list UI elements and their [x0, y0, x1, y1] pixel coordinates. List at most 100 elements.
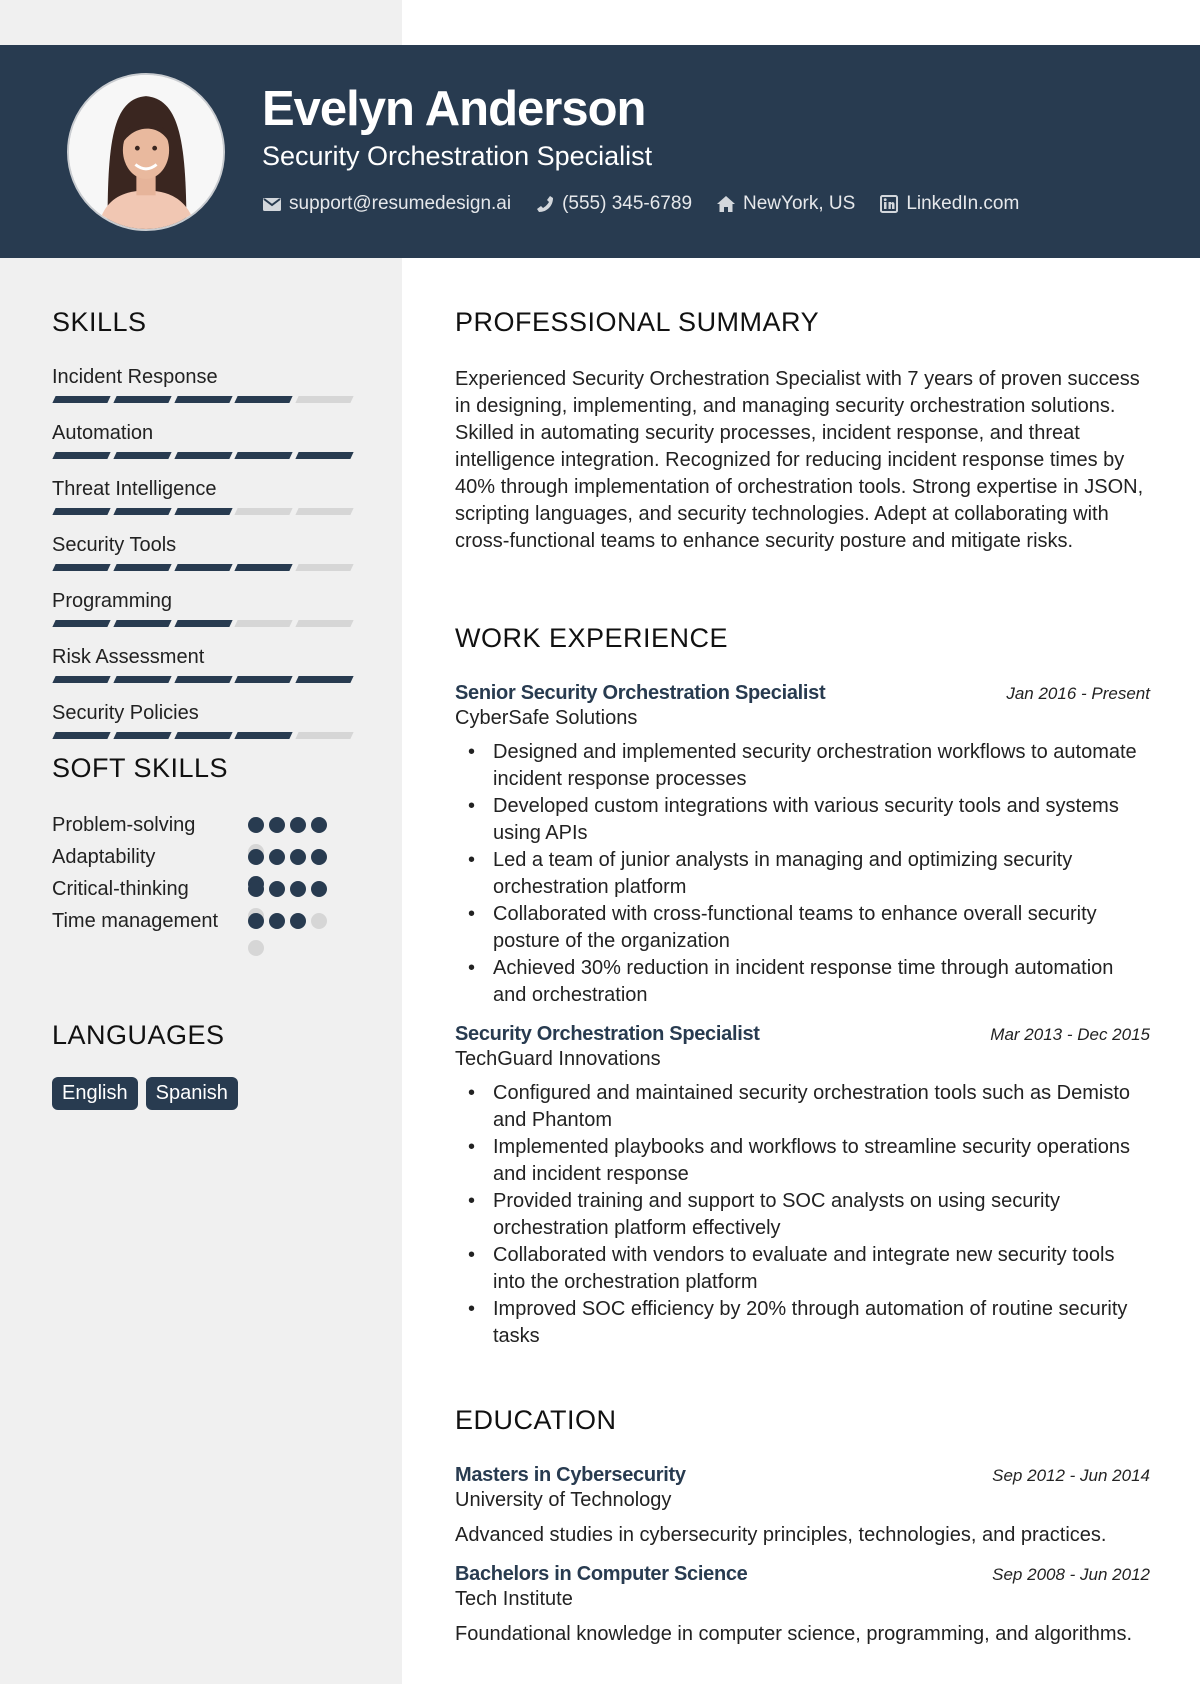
- home-icon: [716, 194, 736, 214]
- skills-list: Incident Response Automation Threat Intell…: [52, 364, 354, 740]
- job-bullet: Designed and implemented security orches…: [455, 739, 1150, 793]
- skill-bar-filled: [113, 396, 172, 403]
- skill-label: Security Tools: [52, 534, 177, 556]
- contact-linkedin-text: LinkedIn.com: [906, 193, 1020, 214]
- rating-dot-filled: [290, 913, 306, 929]
- experience-heading: WORK EXPERIENCE: [455, 623, 729, 653]
- skill-bar-empty: [295, 564, 354, 571]
- rating-dot-filled: [248, 881, 264, 897]
- skill-bar-filled: [52, 732, 111, 739]
- skill-bar-empty: [295, 620, 354, 627]
- skill-bar-filled: [173, 508, 233, 515]
- job-bullet: Implemented playbooks and workflows to s…: [455, 1134, 1150, 1188]
- job-bullets: Designed and implemented security orches…: [455, 739, 1150, 1009]
- skill-item: Threat Intelligence: [52, 476, 354, 516]
- rating-dot-filled: [290, 849, 306, 865]
- candidate-name: Evelyn Anderson: [262, 82, 646, 136]
- candidate-title: Security Orchestration Specialist: [262, 141, 653, 171]
- soft-skill-item: Problem-solving: [52, 812, 352, 860]
- language-badge: Spanish: [145, 1077, 238, 1110]
- skill-bar-filled: [52, 676, 111, 683]
- skill-bar-filled: [113, 676, 172, 683]
- rating-dot-empty: [311, 913, 327, 929]
- skill-bar-filled: [52, 620, 111, 627]
- rating-dot-filled: [248, 817, 264, 833]
- skill-label: Threat Intelligence: [52, 478, 217, 500]
- rating-dot-filled: [269, 849, 285, 865]
- rating-dot-filled: [311, 881, 327, 897]
- job-date: Jan 2016 - Present: [1006, 684, 1150, 703]
- contact-linkedin[interactable]: LinkedIn.com: [879, 193, 1019, 215]
- skill-bar-empty: [295, 396, 354, 403]
- skill-bar-filled: [113, 452, 172, 459]
- soft-skill-item: Critical-thinking: [52, 876, 352, 924]
- languages-heading: LANGUAGES: [52, 1020, 225, 1050]
- education-entry: Masters in Cybersecurity Sep 2012 - Jun …: [455, 1464, 1150, 1549]
- degree-title: Masters in Cybersecurity: [455, 1464, 686, 1486]
- skill-bar-filled: [173, 676, 233, 683]
- skill-bar-filled: [173, 620, 233, 627]
- skill-bar-filled: [52, 508, 111, 515]
- skill-level-meter: [52, 732, 354, 740]
- skills-section: SKILLS Incident Response Automation Threat…: [52, 307, 354, 756]
- rating-dot-filled: [269, 881, 285, 897]
- contact-phone[interactable]: (555) 345-6789: [535, 193, 692, 215]
- degree-title: Bachelors in Computer Science: [455, 1563, 748, 1585]
- job-bullet: Configured and maintained security orche…: [455, 1080, 1150, 1134]
- contact-email-text: support@resumedesign.ai: [289, 193, 512, 214]
- skill-bar-filled: [173, 564, 233, 571]
- languages-section: LANGUAGES English Spanish: [52, 1020, 352, 1110]
- rating-dot-filled: [248, 913, 264, 929]
- skill-level-meter: [52, 396, 354, 404]
- education-date: Sep 2008 - Jun 2012: [992, 1565, 1150, 1584]
- language-badges: English Spanish: [52, 1077, 352, 1110]
- skill-item: Security Policies: [52, 700, 354, 740]
- rating-dot-filled: [290, 881, 306, 897]
- skill-bar-filled: [295, 452, 354, 459]
- job-entry: Senior Security Orchestration Specialist…: [455, 682, 1150, 1009]
- skills-heading: SKILLS: [52, 307, 147, 337]
- skill-bar-filled: [52, 452, 111, 459]
- skill-item: Programming: [52, 588, 354, 628]
- job-bullet: Achieved 30% reduction in incident respo…: [455, 955, 1150, 1009]
- job-date: Mar 2013 - Dec 2015: [990, 1025, 1150, 1044]
- envelope-icon: [262, 194, 282, 214]
- education-heading: EDUCATION: [455, 1405, 617, 1435]
- job-company: CyberSafe Solutions: [455, 707, 638, 729]
- contact-list: support@resumedesign.ai (555) 345-6789 N…: [262, 193, 1019, 215]
- skill-label: Automation: [52, 422, 154, 444]
- education-section: EDUCATION Masters in Cybersecurity Sep 2…: [455, 1405, 1150, 1662]
- skill-bar-empty: [234, 620, 293, 627]
- school-name: University of Technology: [455, 1489, 672, 1511]
- school-name: Tech Institute: [455, 1588, 573, 1610]
- linkedin-icon: [879, 194, 899, 214]
- summary-section: PROFESSIONAL SUMMARY Experienced Securit…: [455, 307, 1150, 555]
- rating-dot-filled: [269, 913, 285, 929]
- skill-bar-filled: [173, 396, 233, 403]
- job-bullet: Provided training and support to SOC ana…: [455, 1188, 1150, 1242]
- experience-section: WORK EXPERIENCE Senior Security Orchestr…: [455, 623, 1150, 1364]
- soft-skill-item: Adaptability: [52, 844, 352, 892]
- contact-location: NewYork, US: [716, 193, 855, 215]
- skill-bar-filled: [113, 508, 172, 515]
- skill-bar-filled: [52, 564, 111, 571]
- language-badge: English: [52, 1077, 138, 1110]
- skill-bar-filled: [173, 452, 233, 459]
- soft-skill-rating: [248, 908, 332, 967]
- job-role: Senior Security Orchestration Specialist: [455, 682, 826, 704]
- job-bullet: Collaborated with cross-functional teams…: [455, 901, 1150, 955]
- contact-email[interactable]: support@resumedesign.ai: [262, 193, 511, 215]
- phone-icon: [535, 194, 555, 214]
- skill-bar-filled: [173, 732, 233, 739]
- skill-bar-empty: [234, 508, 293, 515]
- skill-level-meter: [52, 676, 354, 684]
- job-bullet: Developed custom integrations with vario…: [455, 793, 1150, 847]
- education-description: Advanced studies in cybersecurity princi…: [455, 1524, 1107, 1546]
- skill-item: Incident Response: [52, 364, 354, 404]
- skill-label: Programming: [52, 590, 173, 612]
- education-entry: Bachelors in Computer Science Sep 2008 -…: [455, 1563, 1150, 1648]
- skill-bar-empty: [295, 732, 354, 739]
- job-bullet: Collaborated with vendors to evaluate an…: [455, 1242, 1150, 1296]
- job-bullet: Led a team of junior analysts in managin…: [455, 847, 1150, 901]
- job-role: Security Orchestration Specialist: [455, 1023, 760, 1045]
